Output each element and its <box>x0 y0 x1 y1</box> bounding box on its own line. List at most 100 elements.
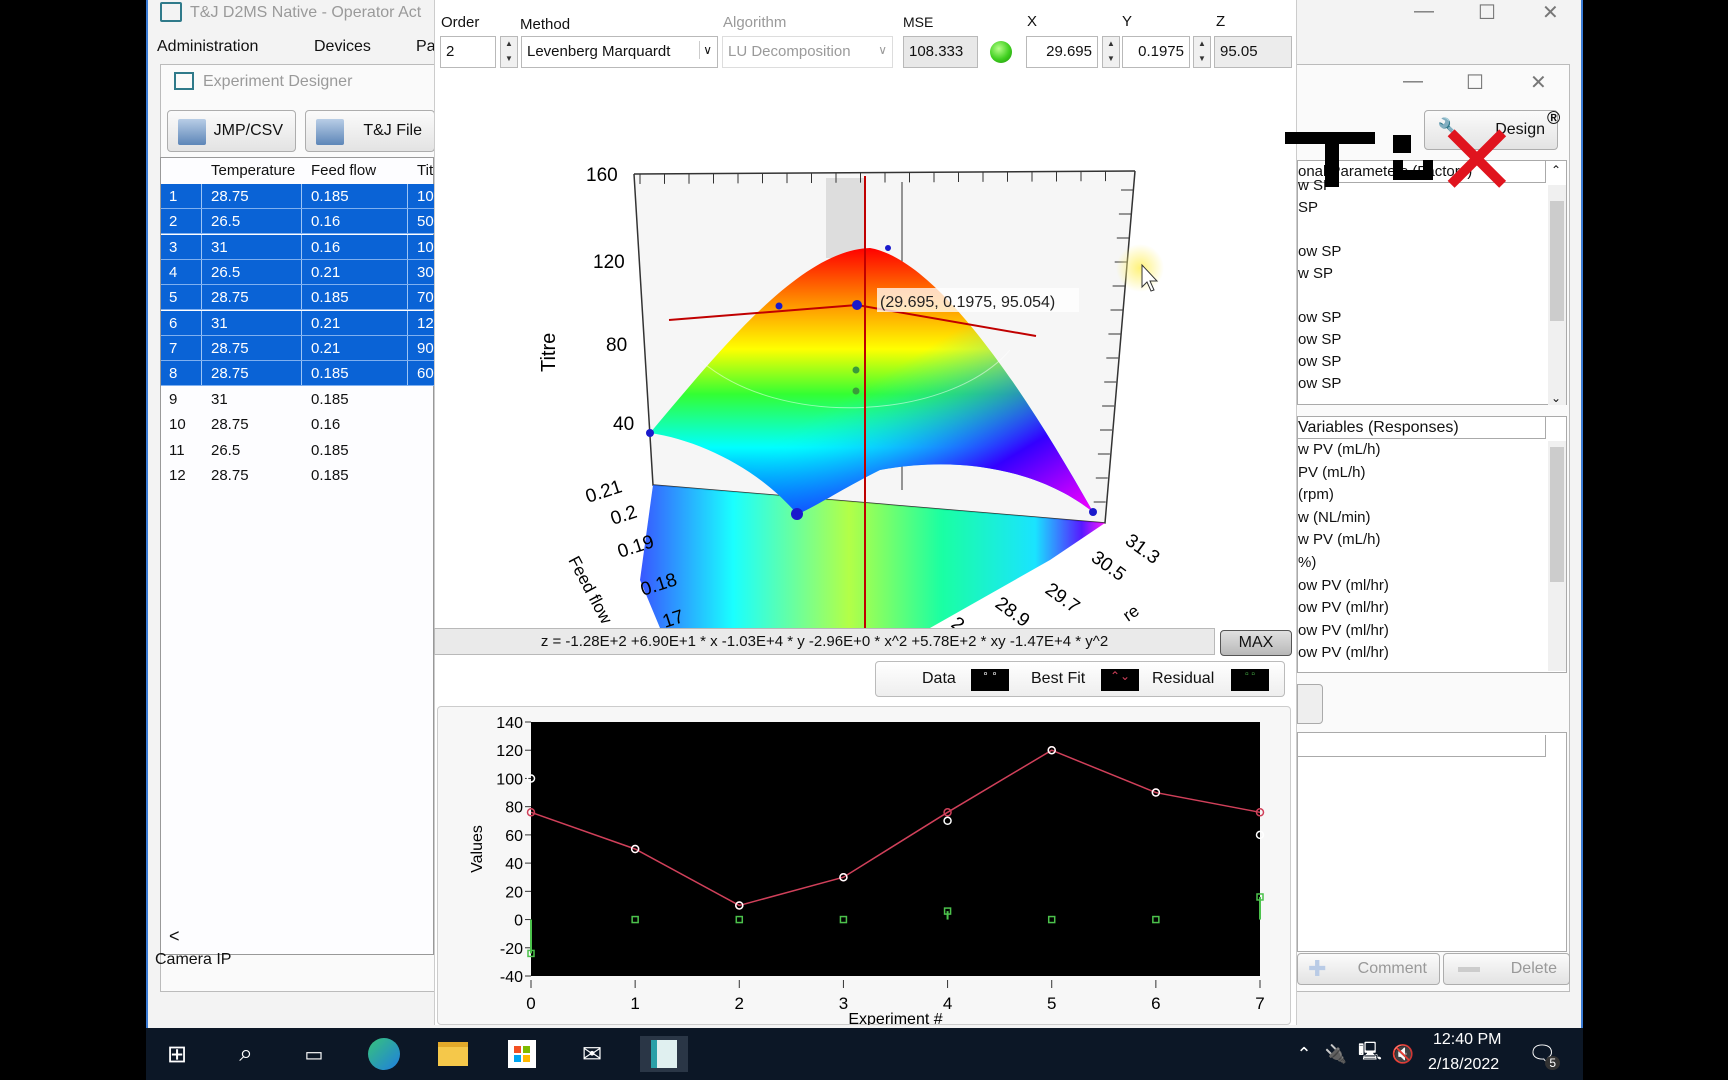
cursor-tooltip: (29.695, 0.1975, 95.054) <box>880 294 1055 311</box>
order-spinner[interactable]: ▲ ▼ <box>500 36 518 68</box>
cell-feed-flow: 0.21 <box>311 314 341 332</box>
scroll-down-icon[interactable]: ⌄ <box>1551 391 1561 405</box>
factors-scrollbar[interactable]: ⌃ ⌄ <box>1548 163 1566 405</box>
small-button[interactable] <box>1297 684 1323 724</box>
col-titre[interactable]: Tit <box>417 162 433 179</box>
factor-item[interactable]: SP <box>1298 199 1318 216</box>
data-point <box>852 300 862 310</box>
surface-plot[interactable]: 16012080400.210.20.190.181731.330.529.72… <box>434 140 1297 628</box>
tj-file-label: T&J File <box>363 122 422 139</box>
table-row[interactable]: 7 28.75 0.21 90 <box>161 336 435 362</box>
response-item[interactable]: ow PV (ml/hr) <box>1298 599 1389 616</box>
factor-item[interactable]: ow SP <box>1298 331 1341 348</box>
table-row[interactable]: 9 31 0.185 <box>161 387 435 412</box>
data-point <box>646 429 654 437</box>
table-row[interactable]: 12 28.75 0.185 <box>161 463 435 488</box>
response-item[interactable]: ow PV (ml/hr) <box>1298 622 1389 639</box>
tj-app-icon[interactable] <box>640 1036 688 1072</box>
row-index: 11 <box>169 441 185 459</box>
tj-file-button[interactable]: T&J File <box>305 110 435 152</box>
z-input[interactable]: 95.05 <box>1214 36 1292 68</box>
col-feed-flow[interactable]: Feed flow <box>311 162 377 179</box>
y-spinner[interactable]: ▲ ▼ <box>1193 36 1211 68</box>
maximize-button[interactable]: ☐ <box>1478 0 1496 25</box>
volume-muted-icon[interactable]: 🔇 <box>1383 1036 1423 1072</box>
edge-browser-icon[interactable] <box>364 1036 404 1072</box>
row-index: 12 <box>169 466 186 484</box>
table-row[interactable]: 8 28.75 0.185 60 <box>161 361 435 387</box>
store-icon[interactable] <box>502 1036 542 1072</box>
designer-close[interactable]: ✕ <box>1530 70 1547 95</box>
menu-pa[interactable]: Pa <box>416 38 436 56</box>
table-row[interactable]: 1 28.75 0.185 10 <box>161 184 435 209</box>
response-item[interactable]: (rpm) <box>1298 486 1334 503</box>
max-button[interactable]: MAX <box>1220 630 1292 656</box>
y-tick-label: -40 <box>500 969 523 986</box>
plus-icon: ✚ <box>1308 956 1327 981</box>
jmp-csv-button[interactable]: JMP/CSV <box>167 110 296 152</box>
response-item[interactable]: w PV (mL/h) <box>1298 441 1381 458</box>
algorithm-select[interactable]: LU Decomposition ∨ <box>722 36 893 68</box>
search-icon[interactable]: ⌕ <box>226 1036 266 1072</box>
designer-minimize[interactable]: — <box>1403 70 1423 93</box>
notifications-icon[interactable]: 🗨 5 <box>1522 1036 1562 1072</box>
factor-item[interactable]: ow SP <box>1298 309 1341 326</box>
close-button[interactable]: ✕ <box>1542 0 1559 25</box>
scroll-left-arrow[interactable]: < <box>169 926 180 947</box>
response-item[interactable]: ow PV (ml/hr) <box>1298 644 1389 661</box>
minimize-button[interactable]: — <box>1414 0 1434 23</box>
designer-maximize[interactable]: ☐ <box>1466 70 1484 95</box>
chevron-down-icon: ∨ <box>878 43 887 57</box>
clock-date[interactable]: 2/18/2022 <box>1428 1056 1499 1074</box>
factor-item[interactable]: w SP <box>1298 265 1333 282</box>
comments-header <box>1298 735 1546 757</box>
response-item[interactable]: w (NL/min) <box>1298 509 1371 526</box>
delete-button[interactable]: Delete <box>1443 953 1570 985</box>
table-row[interactable]: 3 31 0.16 10 <box>161 234 435 260</box>
col-temperature[interactable]: Temperature <box>211 162 295 179</box>
response-item[interactable]: %) <box>1298 554 1316 571</box>
response-item[interactable]: ow PV (ml/hr) <box>1298 577 1389 594</box>
cell-feed-flow: 0.21 <box>311 340 341 358</box>
scroll-up-icon[interactable]: ⌃ <box>1551 163 1561 177</box>
legend-residual[interactable]: Residual <box>1152 670 1214 688</box>
method-select[interactable]: Levenberg Marquardt ∨ <box>521 36 718 68</box>
menu-administration[interactable]: Administration <box>157 38 258 56</box>
residual-chart[interactable]: 140120100806040200-20-400 1 2 3 4 5 6 7ValuesEx… <box>437 706 1291 1025</box>
table-row[interactable]: 4 26.5 0.21 30 <box>161 260 435 286</box>
menu-devices[interactable]: Devices <box>314 38 371 56</box>
responses-scrollbar[interactable] <box>1548 441 1566 671</box>
x-tick-label: 7 <box>1255 994 1264 1013</box>
cell-feed-flow: 0.185 <box>311 289 349 307</box>
clock-time[interactable]: 12:40 PM <box>1433 1031 1501 1049</box>
status-led <box>990 41 1012 63</box>
task-view-icon[interactable]: ▭ <box>294 1036 334 1072</box>
table-row[interactable]: 10 28.75 0.16 <box>161 412 435 437</box>
y-tick-label: 60 <box>505 828 523 845</box>
cell-feed-flow: 0.185 <box>311 441 349 459</box>
cell-feed-flow: 0.185 <box>311 466 349 484</box>
file-explorer-icon[interactable] <box>433 1036 473 1072</box>
y-tick-label: 100 <box>496 771 523 788</box>
table-row[interactable]: 6 31 0.21 12 <box>161 310 435 336</box>
table-row[interactable]: 5 28.75 0.185 70 <box>161 285 435 311</box>
table-row[interactable]: 2 26.5 0.16 50 <box>161 209 435 235</box>
cell-temperature: 28.75 <box>211 416 249 434</box>
response-item[interactable]: w PV (mL/h) <box>1298 531 1381 548</box>
response-item[interactable]: PV (mL/h) <box>1298 464 1366 481</box>
x-spinner[interactable]: ▲ ▼ <box>1102 36 1120 68</box>
y-input[interactable]: 0.1975 <box>1122 36 1190 68</box>
factor-item[interactable]: ow SP <box>1298 353 1341 370</box>
comment-button[interactable]: ✚ Comment <box>1297 953 1440 985</box>
x-input[interactable]: 29.695 <box>1026 36 1098 68</box>
order-input[interactable]: 2 <box>440 36 496 68</box>
legend-best-fit[interactable]: Best Fit <box>1031 670 1085 688</box>
mail-icon[interactable]: ✉ <box>572 1036 612 1072</box>
windows-start-icon[interactable]: ⊞ <box>157 1036 197 1072</box>
legend-data[interactable]: Data <box>922 670 956 688</box>
table-row[interactable]: 11 26.5 0.185 <box>161 438 435 463</box>
z-label: Z <box>1216 13 1226 30</box>
factor-item[interactable]: ow SP <box>1298 375 1341 392</box>
factor-item[interactable]: ow SP <box>1298 243 1341 260</box>
x-tick-label: 29.7 <box>1041 579 1083 618</box>
